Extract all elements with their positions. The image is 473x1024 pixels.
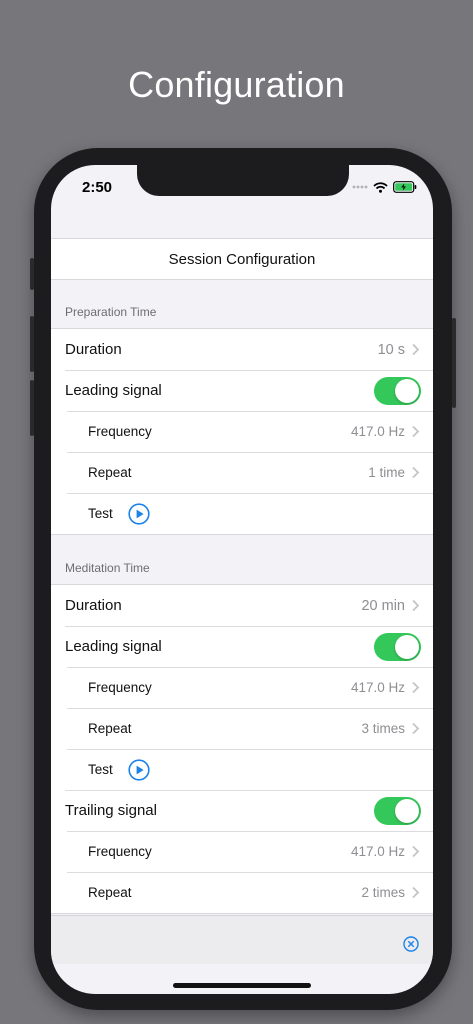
prep-leading-signal-toggle[interactable] [374,376,421,405]
section-header-meditation: Meditation Time [65,561,150,575]
row-label: Leading signal [65,638,162,655]
section-header-preparation: Preparation Time [65,305,157,319]
med-trailing-signal-toggle[interactable] [374,796,421,825]
row-label: Leading signal [65,382,162,399]
row-label: Duration [65,341,122,358]
row-label: Repeat [88,721,132,736]
med-leading-repeat-row[interactable]: Repeat 3 times [51,708,433,749]
med-test-row: Test [51,749,433,790]
row-label: Repeat [88,885,132,900]
mute-switch [30,258,34,290]
chevron-right-icon [412,343,420,356]
bottom-toolbar [51,915,433,964]
chevron-right-icon [412,845,420,858]
med-leading-signal-row: Leading signal [51,626,433,667]
med-trailing-signal-row: Trailing signal [51,790,433,831]
prep-test-row: Test [51,493,433,534]
prep-duration-row[interactable]: Duration 10 s [51,329,433,370]
nav-title: Session Configuration [168,250,316,268]
row-value: 1 time [368,465,405,480]
chevron-right-icon [412,886,420,899]
promo-title: Configuration [128,64,345,105]
close-circle-icon[interactable] [403,936,419,952]
med-trailing-repeat-row[interactable]: Repeat 2 times [51,872,433,913]
med-leading-frequency-row[interactable]: Frequency 417.0 Hz [51,667,433,708]
chevron-right-icon [412,599,420,612]
row-value: 20 min [361,597,405,614]
row-label: Repeat [88,465,132,480]
row-label: Frequency [88,424,152,439]
status-time: 2:50 [82,179,113,196]
home-indicator [173,983,311,988]
chevron-right-icon [412,425,420,438]
chevron-right-icon [412,681,420,694]
phone-screen: 2:50 Session Configuration Preparation T… [51,165,433,994]
cellular-signal-icon [352,185,368,189]
row-label: Test [88,762,113,777]
med-trailing-frequency-row[interactable]: Frequency 417.0 Hz [51,831,433,872]
notch [137,165,349,196]
prep-leading-signal-row: Leading signal [51,370,433,411]
row-value: 417.0 Hz [350,844,405,859]
med-duration-row[interactable]: Duration 20 min [51,585,433,626]
section-meditation: Duration 20 min Leading signal Frequency… [51,584,433,914]
volume-down-button [30,380,34,436]
row-label: Test [88,506,113,521]
row-value: 10 s [377,341,405,358]
toggle-knob [395,634,419,659]
toggle-knob [395,378,419,403]
row-label: Trailing signal [65,802,157,819]
volume-up-button [30,316,34,372]
row-label: Frequency [88,844,152,859]
prep-repeat-row[interactable]: Repeat 1 time [51,452,433,493]
med-leading-signal-toggle[interactable] [374,632,421,661]
row-value: 417.0 Hz [350,680,405,695]
row-label: Duration [65,597,122,614]
nav-bar: Session Configuration [51,238,433,280]
wifi-icon [373,181,388,193]
row-value: 417.0 Hz [350,424,405,439]
row-label: Frequency [88,680,152,695]
chevron-right-icon [412,466,420,479]
power-button [452,318,456,408]
row-value: 3 times [361,721,405,736]
chevron-right-icon [412,722,420,735]
settings-list[interactable]: Preparation Time Duration 10 s Leading s… [51,279,433,915]
row-value: 2 times [361,885,405,900]
toggle-knob [395,798,419,823]
status-icons [352,181,417,193]
prep-frequency-row[interactable]: Frequency 417.0 Hz [51,411,433,452]
battery-charging-icon [393,181,417,193]
section-preparation: Duration 10 s Leading signal Frequency 4… [51,328,433,535]
play-circle-icon[interactable] [128,758,150,781]
play-circle-icon[interactable] [128,502,150,525]
